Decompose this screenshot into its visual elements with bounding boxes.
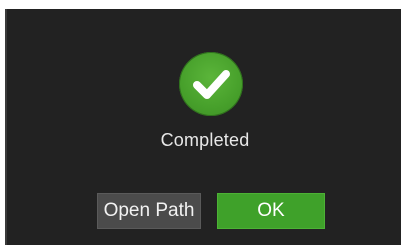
check-circle-icon (179, 52, 243, 116)
completion-dialog: Completed Open Path OK (5, 9, 401, 245)
ok-button[interactable]: OK (217, 193, 325, 229)
checkmark-icon (193, 70, 230, 99)
open-path-button[interactable]: Open Path (97, 193, 201, 229)
status-text: Completed (160, 130, 250, 150)
